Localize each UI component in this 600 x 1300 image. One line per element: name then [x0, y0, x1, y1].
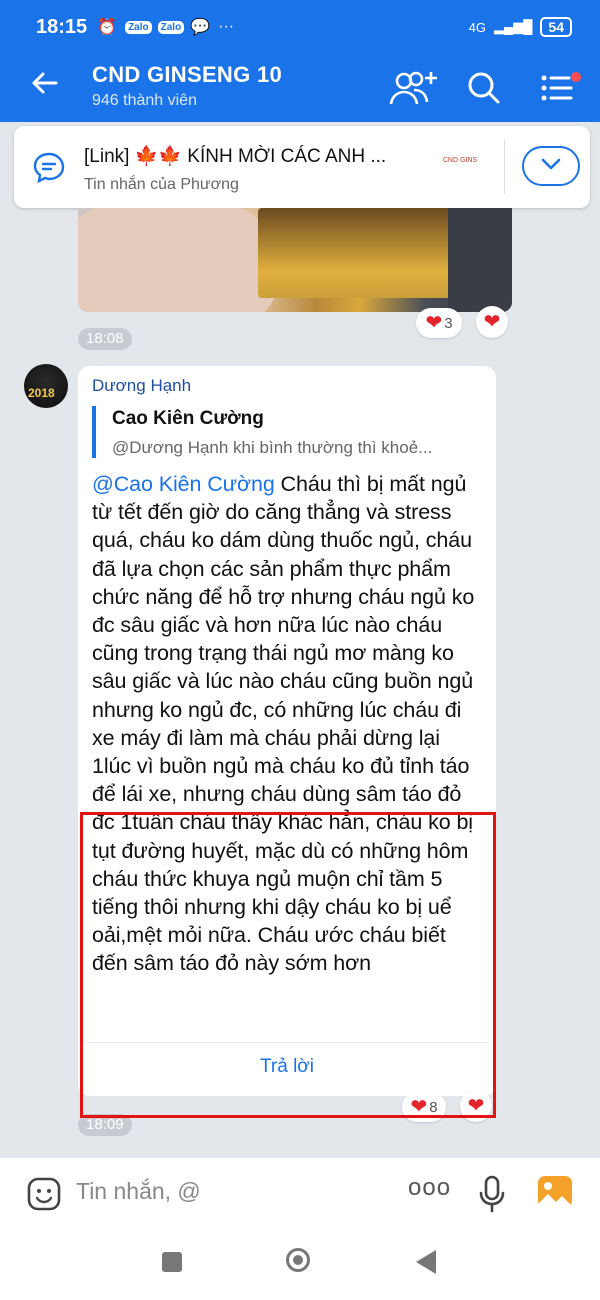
add-member-icon[interactable]	[388, 68, 440, 113]
more-notifications-icon: ···	[218, 18, 235, 35]
photo-message[interactable]	[78, 208, 512, 312]
group-title[interactable]: CND GINSENG 10	[92, 62, 282, 88]
heart-icon: ❤	[425, 312, 443, 334]
status-time: 18:15	[36, 15, 88, 38]
status-bar: 18:15 ⏰ Zalo Zalo 💬 ··· 4G ▂▄▆█ 54	[0, 0, 600, 54]
reply-button[interactable]: Trả lời	[78, 1056, 496, 1078]
zalo-notification-icon: Zalo	[157, 20, 185, 34]
arrow-left-icon[interactable]	[30, 68, 60, 104]
react-button[interactable]: ❤	[460, 1090, 492, 1122]
chat-bubble-icon	[32, 150, 66, 189]
message-input-bar: Tin nhắn, @ ooo	[0, 1158, 600, 1230]
quoted-text: @Dương Hạnh khi bình thường thì khoẻ...	[112, 438, 433, 457]
battery-level: 54	[540, 17, 572, 37]
alarm-icon: ⏰	[97, 19, 118, 36]
message-text: @Cao Kiên Cường Cháu thì bị mất ngủ từ t…	[92, 470, 484, 978]
mention-link[interactable]: @Cao Kiên Cường	[92, 472, 275, 496]
pinned-thumbnail: CND GINS	[442, 157, 478, 164]
network-type: 4G	[468, 19, 486, 35]
chat-header: CND GINSENG 10 946 thành viên	[0, 54, 600, 122]
message-input[interactable]: Tin nhắn, @	[76, 1178, 201, 1205]
search-icon[interactable]	[466, 70, 502, 111]
chevron-down-icon	[540, 157, 562, 176]
emoji-icon[interactable]	[26, 1176, 62, 1217]
message-bubble[interactable]: Dương Hạnh Cao Kiên Cường @Dương Hạnh kh…	[78, 366, 496, 1096]
signal-icon: ▂▄▆█	[494, 19, 533, 34]
menu-icon[interactable]	[538, 70, 584, 111]
home-button[interactable]	[286, 1248, 310, 1272]
quoted-author: Cao Kiên Cường	[112, 408, 264, 429]
divider	[86, 1042, 488, 1043]
react-button[interactable]: ❤	[476, 306, 508, 338]
message-body: Cháu thì bị mất ngủ từ tết đến giờ do că…	[92, 472, 475, 976]
photo-keyboard	[448, 208, 512, 312]
reaction-summary[interactable]: ❤ 8	[402, 1092, 446, 1122]
reaction-count: 8	[429, 1098, 438, 1116]
quoted-message[interactable]: Cao Kiên Cường @Dương Hạnh khi bình thườ…	[92, 406, 482, 458]
heart-icon: ❤	[467, 1095, 485, 1117]
more-options-icon[interactable]: ooo	[408, 1174, 451, 1202]
reaction-count: 3	[444, 314, 453, 332]
avatar[interactable]: 2018	[24, 364, 68, 408]
avatar-image: 2018	[28, 386, 55, 400]
message-time: 18:08	[78, 328, 132, 350]
sender-name[interactable]: Dương Hạnh	[92, 376, 191, 396]
microphone-icon[interactable]	[478, 1174, 506, 1219]
image-icon[interactable]	[536, 1174, 574, 1215]
heart-icon: ❤	[410, 1096, 428, 1118]
zalo-notification-icon: Zalo	[125, 20, 152, 34]
member-count: 946 thành viên	[92, 92, 197, 109]
pinned-message[interactable]: [Link] 🍁🍁 KÍNH MỜI CÁC ANH ... Tin nhắn …	[14, 126, 590, 208]
pinned-text: [Link] 🍁🍁 KÍNH MỜI CÁC ANH ...	[84, 146, 387, 167]
reaction-summary[interactable]: ❤ 3	[416, 308, 462, 338]
message-notification-icon: 💬	[190, 19, 211, 36]
expand-pinned-button[interactable]	[522, 146, 580, 186]
pinned-sender: Tin nhắn của Phương	[84, 176, 239, 193]
heart-icon: ❤	[483, 311, 501, 333]
back-button[interactable]	[416, 1250, 436, 1274]
system-nav-bar	[0, 1230, 600, 1300]
recent-apps-button[interactable]	[162, 1252, 182, 1272]
message-time: 18:09	[78, 1114, 132, 1136]
photo-hand	[78, 208, 278, 312]
divider	[504, 140, 505, 194]
photo-product-box	[258, 208, 468, 298]
